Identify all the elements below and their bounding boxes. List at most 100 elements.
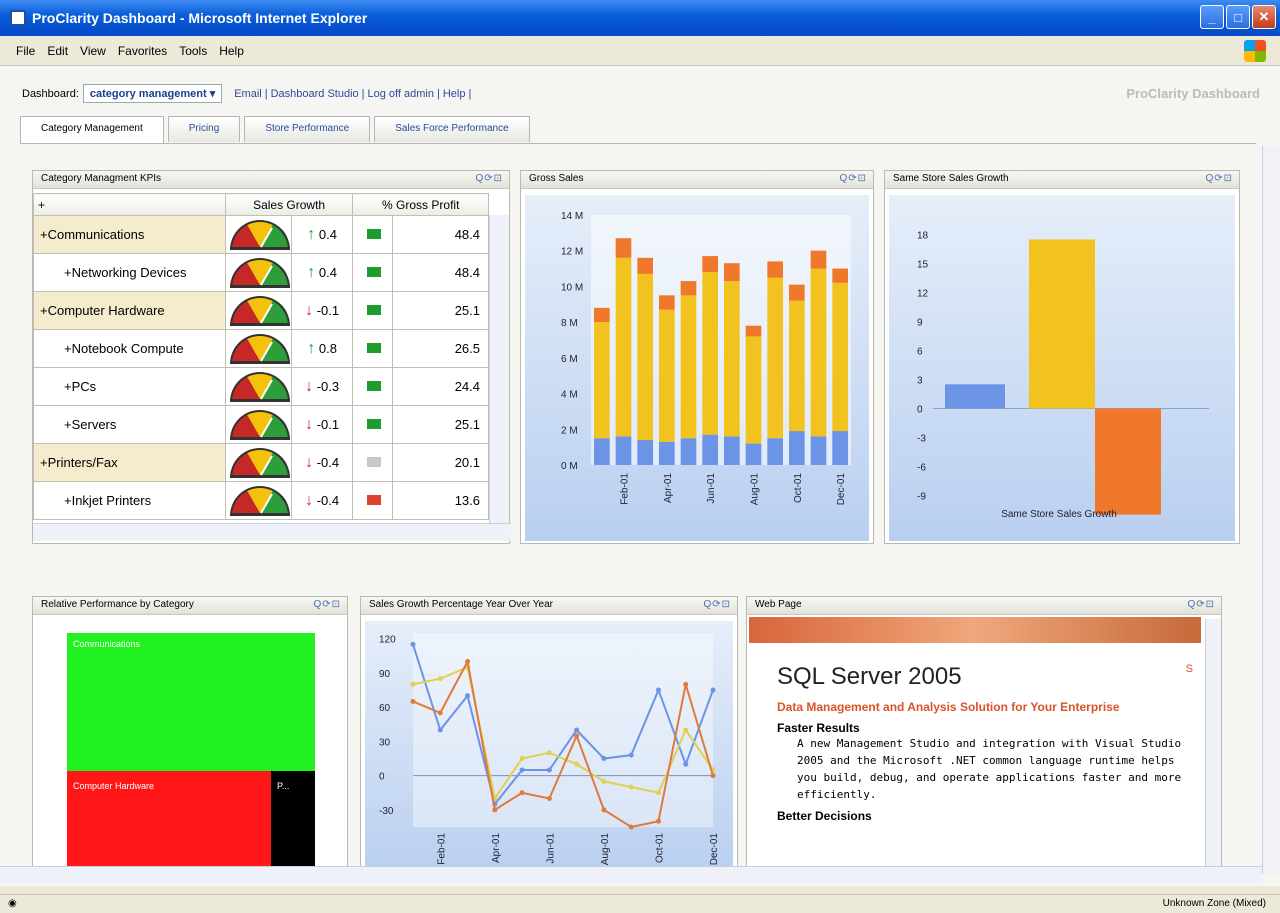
treemap-cell-computer-hardware[interactable]: Computer Hardware [67,771,271,875]
kpi-row[interactable]: +Networking Devices ↑ 0.4 48.4 [33,253,489,292]
kpi-row[interactable]: +PCs ↓ -0.3 24.4 [33,367,489,406]
panel-tools-icon[interactable]: Q⟳⊡ [703,599,731,610]
column-header-gross-profit[interactable]: % Gross Profit [352,193,489,216]
kpi-row-label[interactable]: +Networking Devices [33,253,226,292]
gross-profit-value: 24.4 [392,367,489,406]
flag-cell [352,253,394,292]
bar-segment [680,295,697,439]
web-vertical-scrollbar[interactable] [1205,619,1221,875]
kpi-row-label[interactable]: +Computer Hardware [33,291,226,330]
panel-tools-icon[interactable]: Q⟳⊡ [1187,599,1215,610]
menu-favorites[interactable]: Favorites [118,44,167,58]
gauge-icon [229,333,290,364]
web-item-body: A new Management Studio and integration … [797,737,1182,801]
kpi-row-label[interactable]: +Communications [33,215,226,254]
data-point [601,807,607,813]
data-point [519,767,525,773]
y-tick-label: 10 M [561,282,583,293]
gross-profit-value: 25.1 [392,405,489,444]
flag-cell [352,481,394,520]
tab-divider [20,143,1256,144]
tab-sales-force-performance[interactable]: Sales Force Performance [374,116,530,142]
data-point [683,681,689,687]
menu-tools[interactable]: Tools [179,44,207,58]
kpi-vertical-scrollbar[interactable] [489,215,509,525]
y-tick-label: 2 M [561,425,578,436]
kpi-row[interactable]: +Computer Hardware ↓ -0.1 25.1 [33,291,489,330]
kpi-row[interactable]: +Notebook Compute ↑ 0.8 26.5 [33,329,489,368]
main-vertical-scrollbar[interactable] [1262,146,1280,874]
growth-value: -0.4 [316,492,340,508]
y-tick-label: 8 M [561,318,578,329]
flag-icon [367,267,382,277]
bar-segment [832,268,848,283]
email-link[interactable]: Email [234,88,262,100]
tab-pricing[interactable]: Pricing [167,116,241,142]
expand-all-button[interactable]: + [33,193,226,216]
flag-cell [352,367,394,406]
kpi-row-label[interactable]: +Servers [33,405,226,444]
web-page-panel: Web Page Q⟳⊡ SQL Server 2005 Data Manage… [746,596,1222,877]
kpi-row-label[interactable]: +Printers/Fax [33,443,226,482]
kpi-row-label[interactable]: +PCs [33,367,226,406]
y-tick-label: 12 M [561,247,583,258]
bar-segment [767,277,783,439]
flag-cell [352,291,394,330]
tab-category-management[interactable]: Category Management [20,116,164,144]
dashboard-studio-link[interactable]: Dashboard Studio [271,88,359,100]
data-point [546,750,552,756]
growth-value: -0.3 [316,378,340,394]
kpi-row[interactable]: +Printers/Fax ↓ -0.4 20.1 [33,443,489,482]
y-tick-label: 12 [917,289,929,300]
menu-edit[interactable]: Edit [47,44,68,58]
sales-growth-panel: Sales Growth Percentage Year Over Year Q… [360,596,738,876]
kpi-row[interactable]: +Servers ↓ -0.1 25.1 [33,405,489,444]
treemap-cell-communications[interactable]: Communications [67,633,315,771]
y-tick-label: 30 [379,737,391,748]
kpi-row-label[interactable]: +Notebook Compute [33,329,226,368]
flag-cell [352,329,394,368]
menu-help[interactable]: Help [219,44,244,58]
panel-tools-icon[interactable]: Q⟳⊡ [839,173,867,184]
bar-segment [702,256,718,273]
gauge-cell [224,443,292,482]
bar-segment [724,436,740,465]
page-status-icon: ◉ [8,898,17,909]
bar-segment [767,438,783,465]
y-tick-label: -9 [917,491,926,502]
treemap-cell-printers[interactable]: P... [271,771,315,875]
menu-view[interactable]: View [80,44,106,58]
kpi-row[interactable]: +Inkjet Printers ↓ -0.4 13.6 [33,481,489,520]
column-header-sales-growth[interactable]: Sales Growth [224,193,354,216]
kpi-horizontal-scrollbar[interactable] [33,523,511,541]
web-banner [749,617,1201,643]
web-content: SQL Server 2005 Data Management and Anal… [767,645,1197,877]
help-link[interactable]: Help [443,88,466,100]
minimize-button[interactable]: _ [1200,5,1224,29]
web-side-letter: S [1185,663,1193,675]
data-point [437,727,443,733]
tab-store-performance[interactable]: Store Performance [244,116,371,142]
menu-file[interactable]: File [16,44,35,58]
flag-icon [367,457,382,467]
panel-tools-icon[interactable]: Q⟳⊡ [1205,173,1233,184]
panel-tools-icon[interactable]: Q⟳⊡ [313,599,341,610]
bar-segment [789,431,805,465]
relative-performance-title: Relative Performance by Category [41,599,194,610]
data-point [710,773,716,779]
web-page-header: Web Page Q⟳⊡ [747,597,1221,615]
kpi-row-label[interactable]: +Inkjet Printers [33,481,226,520]
main-horizontal-scrollbar[interactable] [0,866,1262,884]
kpi-row[interactable]: +Communications ↑ 0.4 48.4 [33,215,489,254]
close-button[interactable]: ✕ [1252,5,1276,29]
bar-segment [680,438,697,465]
data-point [410,681,416,687]
arrow-up-icon: ↑ [307,225,316,243]
kpi-table: + Sales Growth % Gross Profit +Communica… [33,193,489,520]
panel-tools-icon[interactable]: Q⟳⊡ [475,173,503,184]
y-tick-label: 60 [379,703,391,714]
maximize-button[interactable]: □ [1226,5,1250,29]
logoff-link[interactable]: Log off admin [368,88,434,100]
dashboard-select[interactable]: category management ▾ [82,84,223,103]
data-point [655,687,661,693]
